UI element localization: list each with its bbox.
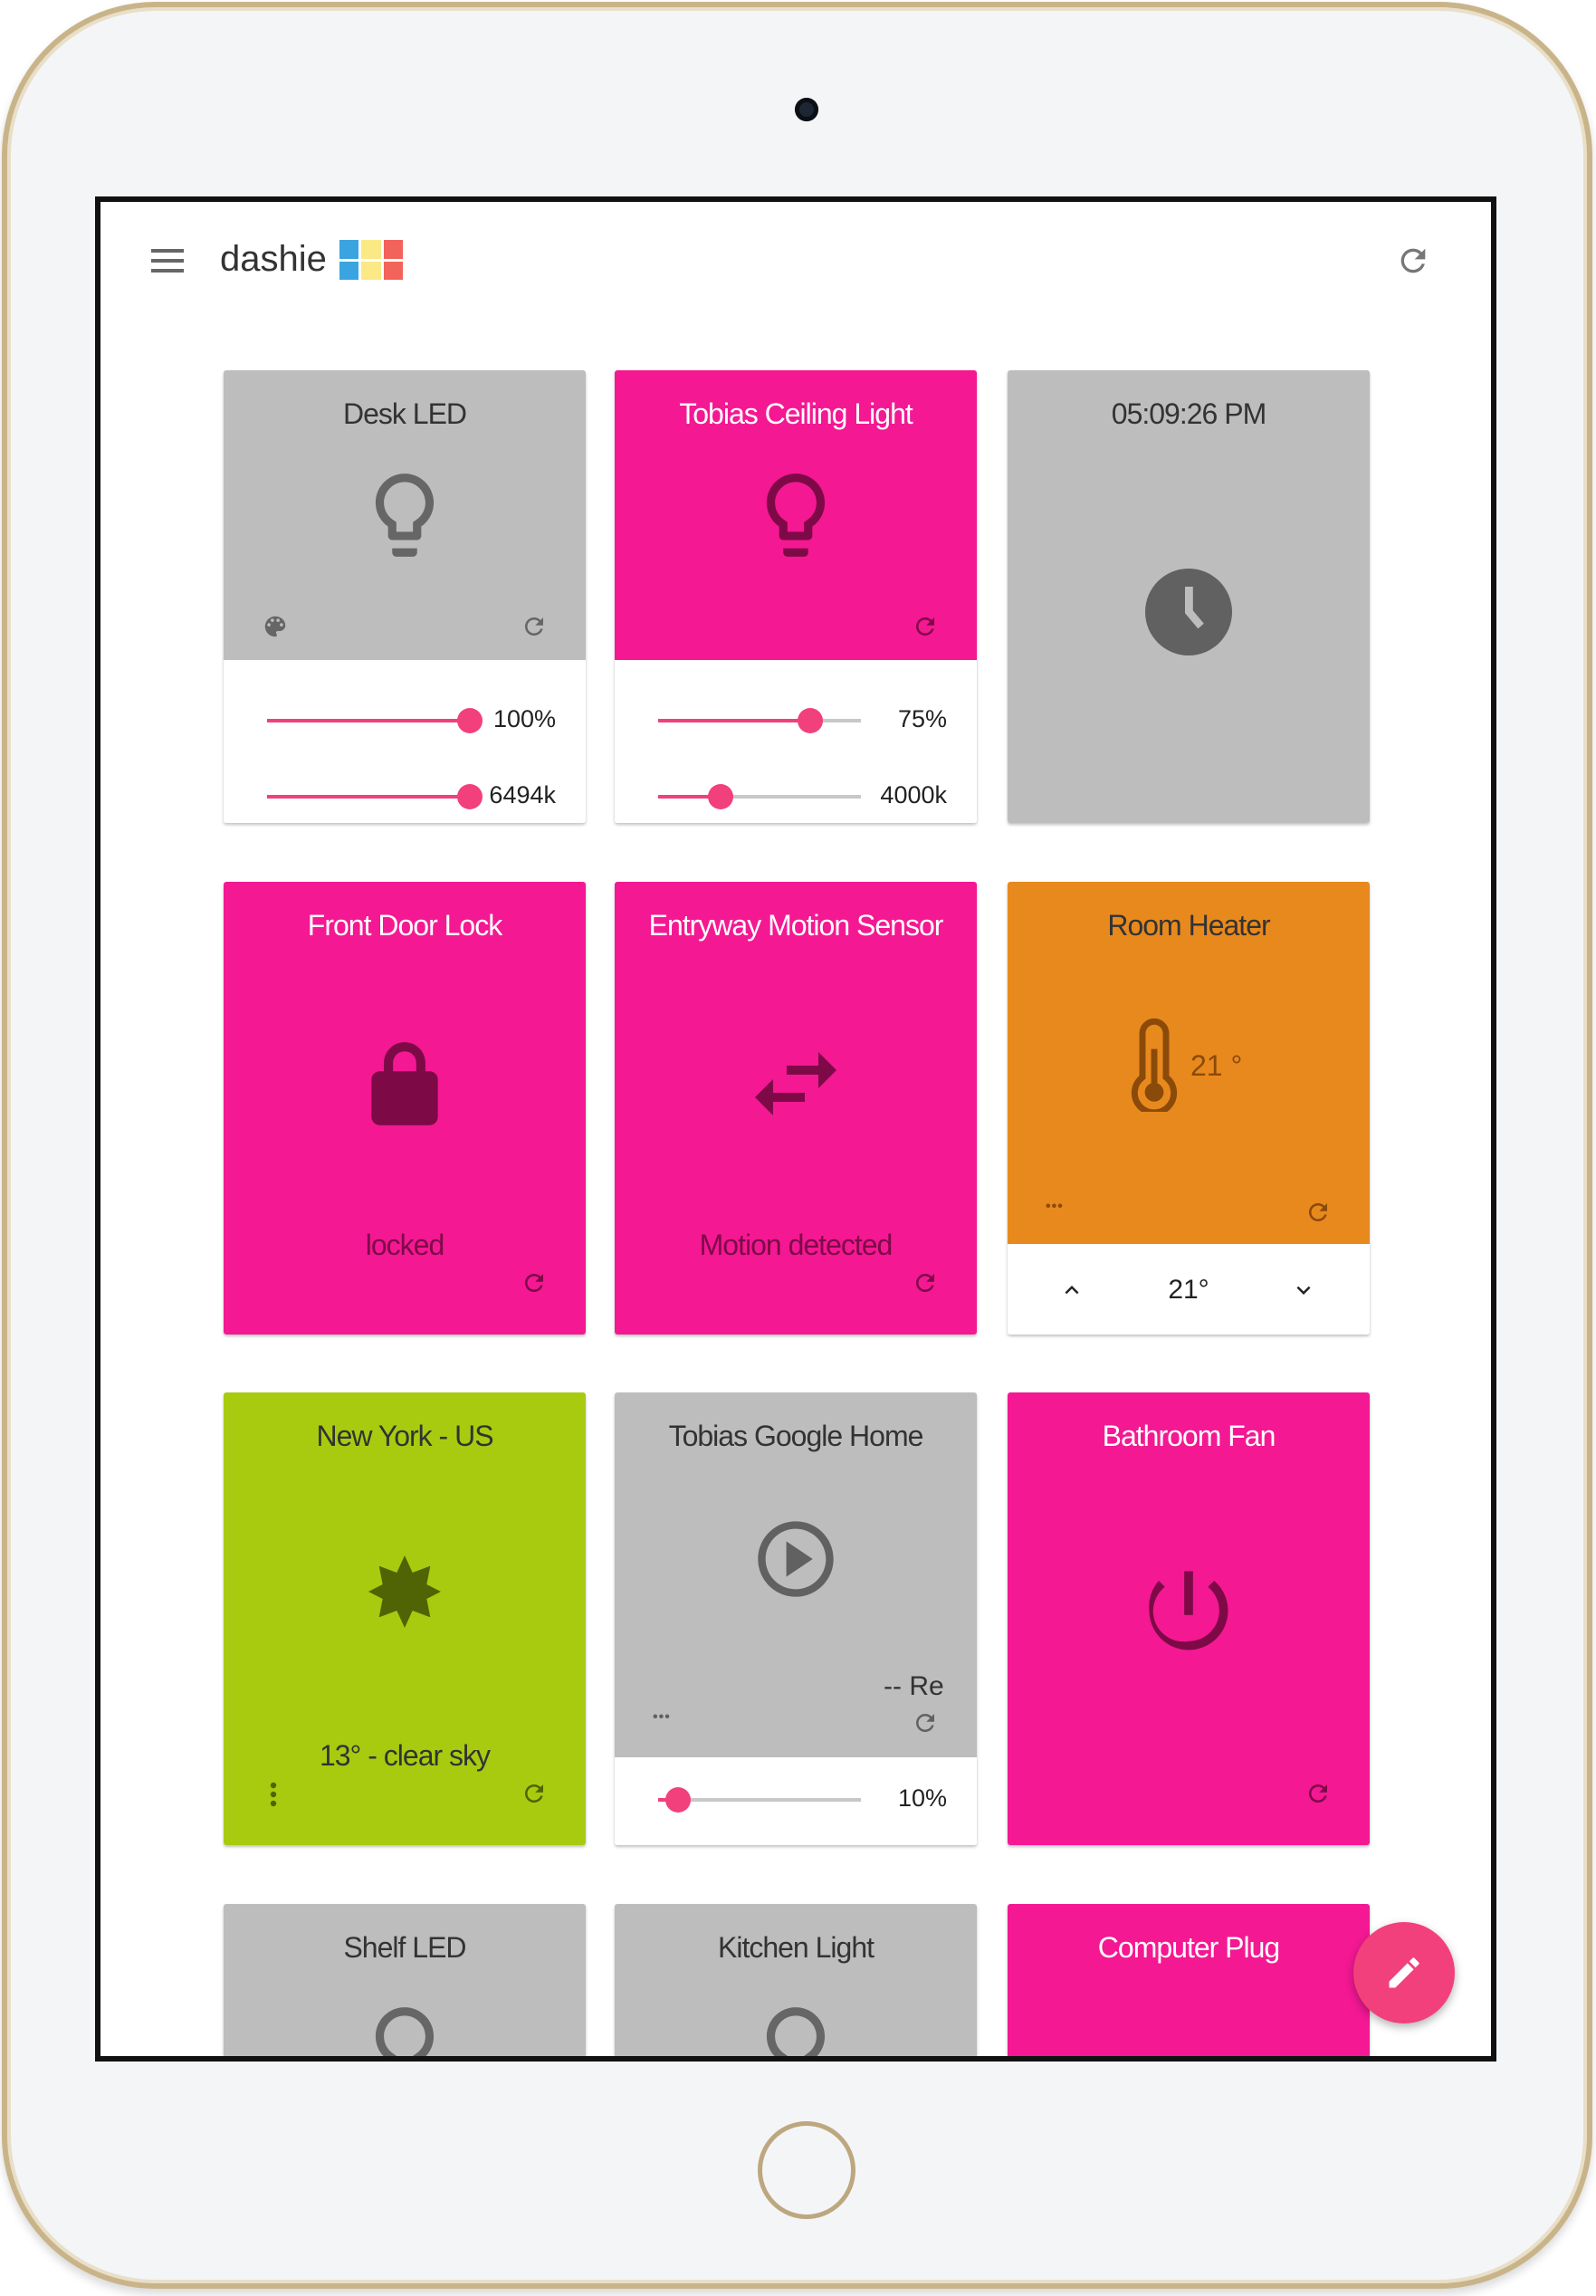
motion-status: Motion detected bbox=[699, 1229, 894, 1261]
media-track: -- Re bbox=[884, 1671, 944, 1701]
refresh-icon[interactable] bbox=[521, 1269, 548, 1296]
card-title: Front Door Lock bbox=[307, 909, 502, 942]
card-desk-led[interactable]: Desk LED 100% 6494k bbox=[224, 370, 586, 823]
refresh-icon[interactable] bbox=[912, 1269, 939, 1296]
edit-button[interactable] bbox=[1353, 1922, 1455, 2023]
card-shelf-led[interactable]: Shelf LED bbox=[224, 1904, 586, 2062]
refresh-icon[interactable] bbox=[1305, 1780, 1332, 1807]
refresh-icon[interactable] bbox=[912, 613, 939, 640]
card-title: Entryway Motion Sensor bbox=[648, 909, 944, 942]
card-front-door-lock[interactable]: Front Door Lock locked bbox=[224, 882, 586, 1335]
volume-value: 10% bbox=[897, 1784, 947, 1812]
camera bbox=[795, 98, 818, 121]
color-temperature-value: 4000k bbox=[880, 781, 947, 808]
card-kitchen-light[interactable]: Kitchen Light bbox=[615, 1904, 977, 2062]
more-options-icon[interactable]: ••• bbox=[1046, 1199, 1064, 1215]
card-title: Desk LED bbox=[342, 397, 467, 430]
card-room-heater[interactable]: Room Heater 21 ° ••• 21° bbox=[1008, 882, 1370, 1335]
play-icon[interactable] bbox=[750, 1514, 841, 1604]
app-logo bbox=[339, 240, 403, 280]
color-temperature-slider[interactable] bbox=[658, 784, 861, 809]
more-options-icon[interactable]: ••• bbox=[653, 1709, 671, 1726]
app-title: dashie bbox=[220, 239, 327, 279]
card-title: Tobias Google Home bbox=[668, 1420, 924, 1452]
card-title: Tobias Ceiling Light bbox=[679, 397, 913, 430]
card-tobias-google-home[interactable]: Tobias Google Home -- Re ••• 10% bbox=[615, 1392, 977, 1845]
refresh-icon[interactable] bbox=[912, 1709, 939, 1736]
home-button[interactable] bbox=[758, 2121, 855, 2219]
power-icon[interactable] bbox=[1136, 1558, 1241, 1663]
refresh-icon[interactable] bbox=[521, 613, 548, 640]
card-title: Bathroom Fan bbox=[1102, 1420, 1276, 1452]
brightness-value: 100% bbox=[492, 705, 556, 732]
card-entryway-motion-sensor[interactable]: Entryway Motion Sensor Motion detected bbox=[615, 882, 977, 1335]
card-title: Room Heater bbox=[1107, 909, 1270, 942]
sun-icon bbox=[368, 1555, 441, 1628]
lock-status: locked bbox=[365, 1229, 445, 1261]
card-title: Shelf LED bbox=[343, 1931, 466, 1964]
screen: dashie Desk LED 100% 6494k Tobias Ceilin… bbox=[95, 196, 1496, 2062]
weather-status: 13° - clear sky bbox=[319, 1739, 491, 1772]
chevron-down-icon[interactable] bbox=[1290, 1277, 1317, 1304]
refresh-icon[interactable] bbox=[1305, 1199, 1332, 1226]
card-clock: 05:09:26 PM bbox=[1008, 370, 1370, 823]
lightbulb-icon[interactable] bbox=[746, 1999, 846, 2062]
brightness-slider[interactable] bbox=[658, 708, 861, 733]
lightbulb-icon[interactable] bbox=[355, 1999, 454, 2062]
color-temperature-slider[interactable] bbox=[267, 784, 483, 809]
brightness-slider[interactable] bbox=[267, 708, 483, 733]
card-title: Kitchen Light bbox=[717, 1931, 874, 1964]
color-temperature-value: 6494k bbox=[489, 781, 556, 808]
card-bathroom-fan[interactable]: Bathroom Fan bbox=[1008, 1392, 1370, 1845]
clock-icon bbox=[1145, 569, 1232, 655]
thermometer-icon bbox=[1131, 1018, 1178, 1112]
clock-time: 05:09:26 PM bbox=[1111, 397, 1266, 430]
card-title: Computer Plug bbox=[1097, 1931, 1280, 1964]
refresh-icon[interactable] bbox=[521, 1780, 548, 1807]
card-tobias-ceiling-light[interactable]: Tobias Ceiling Light 75% 4000k bbox=[615, 370, 977, 823]
volume-slider[interactable] bbox=[658, 1787, 861, 1813]
current-temperature: 21 ° bbox=[1190, 1049, 1243, 1082]
brightness-value: 75% bbox=[897, 705, 947, 732]
card-weather-new-york[interactable]: New York - US 13° - clear sky bbox=[224, 1392, 586, 1845]
palette-icon[interactable] bbox=[262, 613, 289, 640]
swap-arrows-icon bbox=[755, 1052, 836, 1115]
card-computer-plug[interactable]: Computer Plug bbox=[1008, 1904, 1370, 2056]
card-title: New York - US bbox=[316, 1420, 493, 1452]
more-vertical-icon[interactable] bbox=[270, 1782, 277, 1807]
pencil-icon bbox=[1389, 1957, 1419, 1988]
lightbulb-icon[interactable] bbox=[355, 465, 454, 565]
lightbulb-icon[interactable] bbox=[746, 465, 846, 565]
menu-icon[interactable] bbox=[151, 249, 184, 273]
refresh-icon[interactable] bbox=[1395, 243, 1431, 279]
lock-icon[interactable] bbox=[355, 1034, 454, 1134]
